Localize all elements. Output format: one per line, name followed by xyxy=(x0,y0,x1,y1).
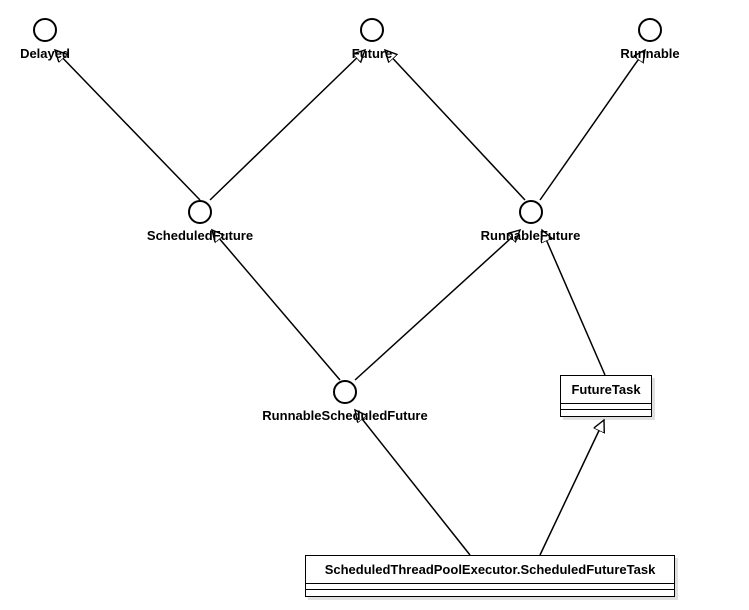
node-runnablefuture: RunnableFuture xyxy=(478,200,583,243)
interface-icon xyxy=(360,18,384,42)
edge-runnablescheduledfuture-scheduledfuture xyxy=(212,230,340,380)
node-label: Future xyxy=(347,46,397,61)
interface-icon xyxy=(188,200,212,224)
class-compartment xyxy=(306,590,674,596)
edge-scheduledfuture-delayed xyxy=(55,50,200,200)
edge-layer xyxy=(0,0,749,610)
node-scheduledfuturetask: ScheduledThreadPoolExecutor.ScheduledFut… xyxy=(305,555,675,597)
edge-futuretask-runnablefuture xyxy=(542,230,605,375)
interface-icon xyxy=(33,18,57,42)
edge-scheduledfuturetask-futuretask xyxy=(540,420,604,555)
edge-runnablescheduledfuture-runnablefuture xyxy=(355,230,520,380)
node-label: RunnableFuture xyxy=(478,228,583,243)
edge-scheduledfuturetask-runnablescheduledfuture xyxy=(355,410,470,555)
node-futuretask: FutureTask xyxy=(560,375,652,417)
node-runnable: Runnable xyxy=(620,18,680,61)
node-label: Delayed xyxy=(20,46,70,61)
node-delayed: Delayed xyxy=(20,18,70,61)
edge-scheduledfuture-future xyxy=(210,50,365,200)
class-title: ScheduledThreadPoolExecutor.ScheduledFut… xyxy=(306,556,674,584)
node-label: Runnable xyxy=(620,46,680,61)
node-label: ScheduledFuture xyxy=(145,228,255,243)
interface-icon xyxy=(333,380,357,404)
node-scheduledfuture: ScheduledFuture xyxy=(145,200,255,243)
node-label: RunnableScheduledFuture xyxy=(260,408,430,423)
interface-icon xyxy=(638,18,662,42)
node-future: Future xyxy=(347,18,397,61)
edge-runnablefuture-runnable xyxy=(540,50,645,200)
interface-icon xyxy=(519,200,543,224)
class-title: FutureTask xyxy=(561,376,651,404)
class-compartment xyxy=(561,410,651,416)
edge-runnablefuture-future xyxy=(385,50,525,200)
node-runnablescheduledfuture: RunnableScheduledFuture xyxy=(260,380,430,423)
